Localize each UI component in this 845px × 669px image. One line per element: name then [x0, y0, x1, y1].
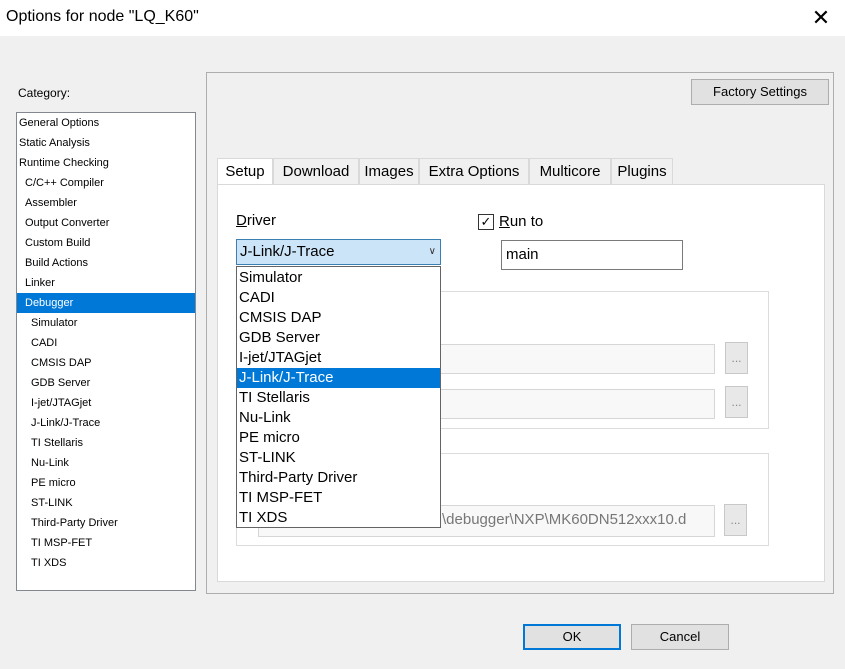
- category-item[interactable]: CADI: [17, 333, 195, 353]
- tab-download[interactable]: Download: [273, 158, 359, 184]
- title-bar: Options for node "LQ_K60" ✕: [0, 0, 845, 36]
- category-item[interactable]: Third-Party Driver: [17, 513, 195, 533]
- category-item[interactable]: C/C++ Compiler: [17, 173, 195, 193]
- driver-label-text: river: [246, 212, 277, 229]
- driver-option[interactable]: Nu-Link: [237, 408, 440, 428]
- driver-option[interactable]: Third-Party Driver: [237, 468, 440, 488]
- run-to-checkbox[interactable]: ✓: [478, 214, 494, 230]
- category-item[interactable]: J-Link/J-Trace: [17, 413, 195, 433]
- category-item[interactable]: Output Converter: [17, 213, 195, 233]
- category-item[interactable]: TI MSP-FET: [17, 533, 195, 553]
- category-item[interactable]: Custom Build: [17, 233, 195, 253]
- driver-option[interactable]: I-jet/JTAGjet: [237, 348, 440, 368]
- category-label: Category:: [18, 86, 71, 100]
- window-title: Options for node "LQ_K60": [6, 8, 199, 25]
- run-to-input[interactable]: main: [501, 240, 683, 270]
- category-item[interactable]: GDB Server: [17, 373, 195, 393]
- tab-setup[interactable]: Setup: [217, 158, 273, 185]
- driver-dropdown-list[interactable]: Simulator CADI CMSIS DAP GDB Server I-jet/JT…: [236, 266, 441, 528]
- driver-option[interactable]: ST-LINK: [237, 448, 440, 468]
- category-item[interactable]: Assembler: [17, 193, 195, 213]
- driver-option[interactable]: J-Link/J-Trace: [237, 368, 440, 388]
- cancel-button[interactable]: Cancel: [631, 624, 729, 650]
- category-item[interactable]: Simulator: [17, 313, 195, 333]
- category-list[interactable]: General Options Static Analysis Runtime Ch…: [16, 112, 196, 591]
- category-item[interactable]: I-jet/JTAGjet: [17, 393, 195, 413]
- category-item[interactable]: Linker: [17, 273, 195, 293]
- run-to-label-text: un to: [509, 213, 544, 230]
- category-item[interactable]: Static Analysis: [17, 133, 195, 153]
- driver-option[interactable]: GDB Server: [237, 328, 440, 348]
- driver-select-value: J-Link/J-Trace: [240, 243, 335, 260]
- browse-button-2[interactable]: ...: [725, 386, 748, 418]
- category-item[interactable]: Nu-Link: [17, 453, 195, 473]
- driver-option[interactable]: CMSIS DAP: [237, 308, 440, 328]
- category-item[interactable]: Runtime Checking: [17, 153, 195, 173]
- ok-button[interactable]: OK: [523, 624, 621, 650]
- category-item[interactable]: TI Stellaris: [17, 433, 195, 453]
- browse-button-1[interactable]: ...: [725, 342, 748, 374]
- run-to-label: Run to: [499, 213, 543, 230]
- tab-plugins[interactable]: Plugins: [611, 158, 673, 184]
- driver-label-accelerator: D: [236, 212, 247, 229]
- driver-label: Driver: [236, 212, 276, 229]
- driver-option[interactable]: PE micro: [237, 428, 440, 448]
- driver-option[interactable]: Simulator: [237, 268, 440, 288]
- category-item[interactable]: Build Actions: [17, 253, 195, 273]
- browse-button-3[interactable]: ...: [724, 504, 747, 536]
- tab-extra-options[interactable]: Extra Options: [419, 158, 529, 184]
- category-item[interactable]: TI XDS: [17, 553, 195, 573]
- tab-images[interactable]: Images: [359, 158, 419, 184]
- category-item[interactable]: General Options: [17, 113, 195, 133]
- run-to-label-accelerator: R: [499, 213, 510, 230]
- driver-option[interactable]: TI XDS: [237, 508, 440, 528]
- tab-multicore[interactable]: Multicore: [529, 158, 611, 184]
- close-icon[interactable]: ✕: [805, 4, 837, 32]
- driver-option[interactable]: TI MSP-FET: [237, 488, 440, 508]
- category-item[interactable]: PE micro: [17, 473, 195, 493]
- driver-option[interactable]: CADI: [237, 288, 440, 308]
- driver-option[interactable]: TI Stellaris: [237, 388, 440, 408]
- driver-select[interactable]: J-Link/J-Trace ∨: [236, 239, 441, 265]
- category-item[interactable]: ST-LINK: [17, 493, 195, 513]
- factory-settings-button[interactable]: Factory Settings: [691, 79, 829, 105]
- category-item[interactable]: Debugger: [17, 293, 195, 313]
- chevron-down-icon[interactable]: ∨: [429, 240, 436, 264]
- category-item[interactable]: CMSIS DAP: [17, 353, 195, 373]
